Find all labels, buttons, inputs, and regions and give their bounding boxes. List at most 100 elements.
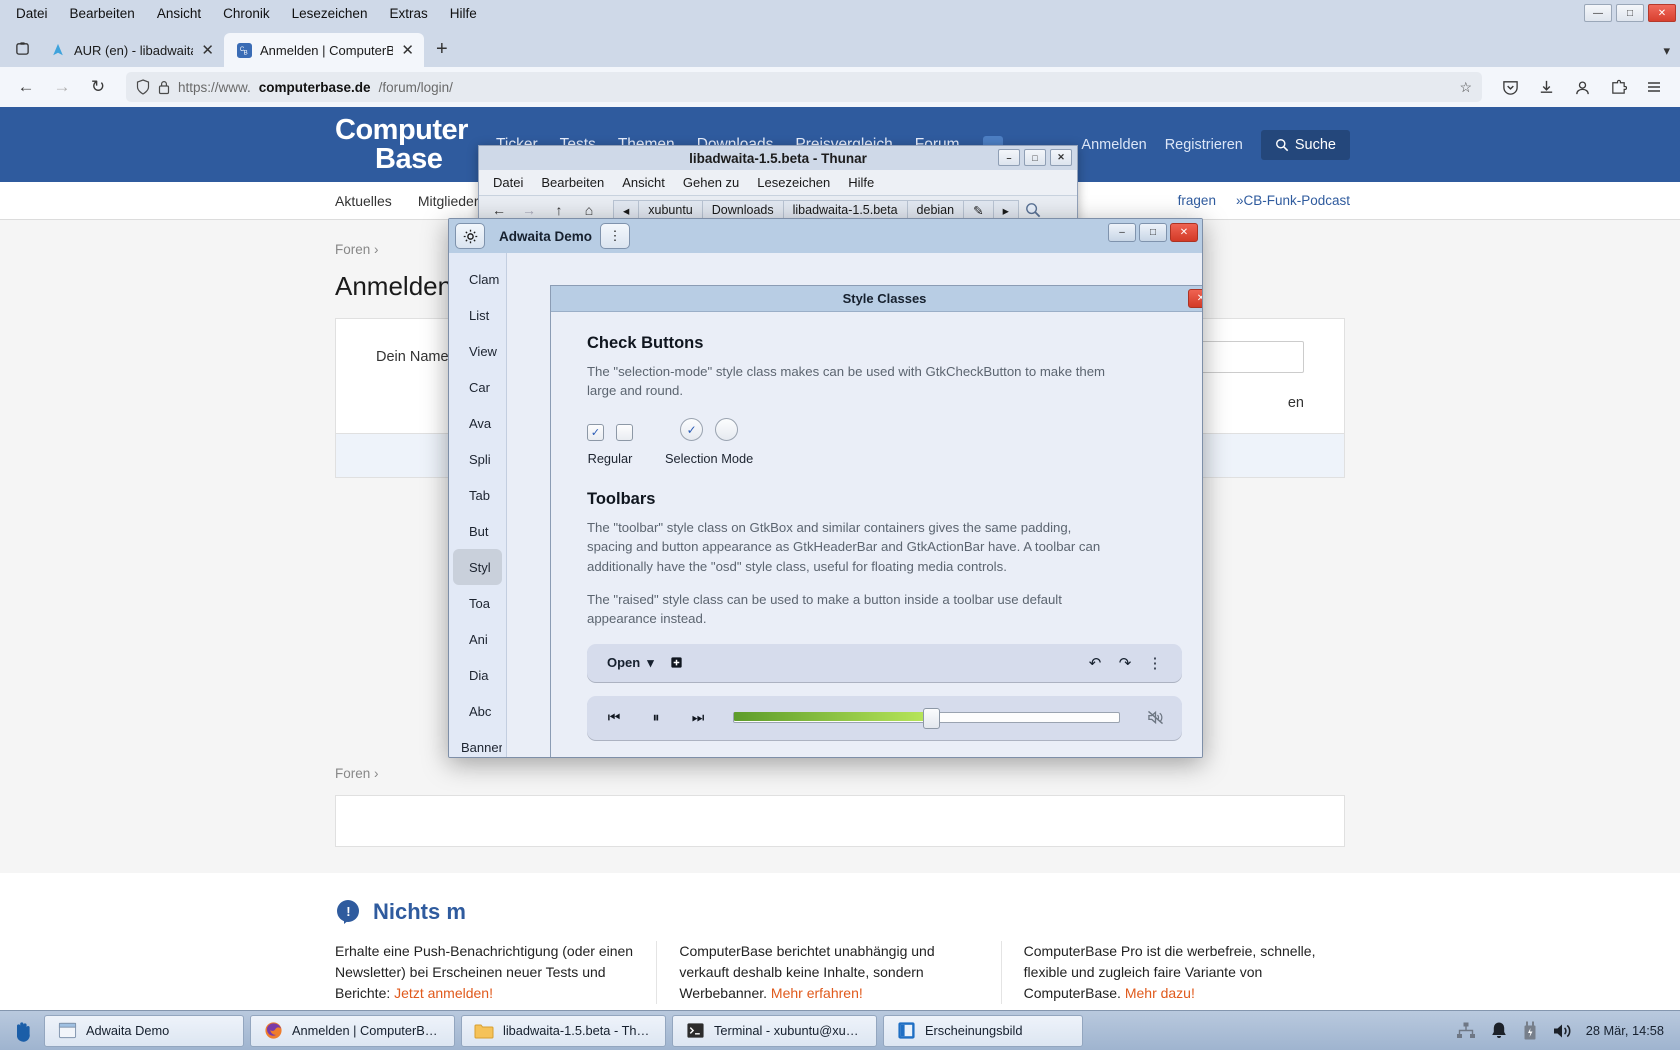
bell-icon[interactable] bbox=[1490, 1021, 1508, 1040]
thunar-menu-bearbeiten[interactable]: Bearbeiten bbox=[541, 175, 604, 190]
thunar-up-icon[interactable]: ↑ bbox=[547, 202, 571, 218]
menu-lesezeichen[interactable]: Lesezeichen bbox=[282, 3, 378, 24]
clock[interactable]: 28 Mär, 14:58 bbox=[1586, 1023, 1664, 1038]
forward-button[interactable]: → bbox=[46, 72, 78, 102]
thunar-menu-gehenzu[interactable]: Gehen zu bbox=[683, 175, 739, 190]
sidebar-item-about[interactable]: Abc bbox=[453, 693, 502, 729]
round-checkbox-checked[interactable]: ✓ bbox=[680, 418, 704, 442]
menu-chronik[interactable]: Chronik bbox=[213, 3, 280, 24]
maximize-button[interactable]: □ bbox=[1616, 4, 1644, 22]
sidebar-item-animations[interactable]: Ani bbox=[453, 621, 502, 657]
sidebar-item-dialogs[interactable]: Dia bbox=[453, 657, 502, 693]
sidebar-item-buttons[interactable]: But bbox=[453, 513, 502, 549]
muted-speaker-icon[interactable] bbox=[1142, 710, 1168, 725]
menu-hilfe[interactable]: Hilfe bbox=[440, 3, 487, 24]
thunar-close-button[interactable]: ✕ bbox=[1050, 149, 1072, 166]
breadcrumb-bottom[interactable]: Foren › bbox=[335, 766, 1345, 781]
chevron-down-icon[interactable]: ▾ bbox=[1663, 43, 1670, 59]
thunar-home-icon[interactable]: ⌂ bbox=[577, 202, 601, 218]
sidebar-item-banners[interactable]: Banner bbox=[453, 729, 502, 757]
menu-bearbeiten[interactable]: Bearbeiten bbox=[60, 3, 145, 24]
battery-icon[interactable] bbox=[1522, 1021, 1538, 1041]
toolbar-menu-icon[interactable]: ⋮ bbox=[1140, 654, 1170, 672]
sidebar-item-clamp[interactable]: Clam bbox=[453, 261, 502, 297]
network-icon[interactable] bbox=[1456, 1022, 1476, 1040]
adwaita-close-button[interactable]: ✕ bbox=[1170, 223, 1198, 242]
sidebar-item-style-classes[interactable]: Styl bbox=[453, 549, 502, 585]
back-button[interactable]: ← bbox=[10, 72, 42, 102]
task-adwaita-demo[interactable]: Adwaita Demo bbox=[44, 1014, 244, 1047]
breadcrumb-bottom-label[interactable]: Foren bbox=[335, 766, 370, 781]
breadcrumb-foren[interactable]: Foren bbox=[335, 242, 370, 257]
thunar-menu-datei[interactable]: Datei bbox=[493, 175, 523, 190]
tab-computerbase[interactable]: CB Anmelden | ComputerBase Fo ✕ bbox=[224, 33, 424, 67]
thunar-window[interactable]: libadwaita-1.5.beta - Thunar – □ ✕ Datei… bbox=[478, 145, 1078, 225]
search-button[interactable]: Suche bbox=[1260, 129, 1350, 160]
adwaita-demo-window[interactable]: Adwaita Demo ⋮ – □ ✕ Clam List View Car … bbox=[448, 218, 1203, 758]
pocket-icon[interactable] bbox=[1494, 72, 1526, 102]
account-icon[interactable] bbox=[1566, 72, 1598, 102]
sidebar-item-toasts[interactable]: Toa bbox=[453, 585, 502, 621]
menu-ansicht[interactable]: Ansicht bbox=[147, 3, 211, 24]
reload-button[interactable]: ↻ bbox=[82, 72, 114, 102]
minimize-button[interactable]: — bbox=[1584, 4, 1612, 22]
checkbox-regular-unchecked[interactable]: ✓ bbox=[616, 424, 633, 442]
lock-icon[interactable] bbox=[158, 80, 170, 95]
sidebar-item-tab-view[interactable]: Tab bbox=[453, 477, 502, 513]
link-registrieren[interactable]: Registrieren bbox=[1165, 137, 1243, 153]
round-checkbox-unchecked[interactable]: ✓ bbox=[715, 418, 739, 442]
menu-datei[interactable]: Datei bbox=[6, 3, 58, 24]
adwaita-minimize-button[interactable]: – bbox=[1108, 223, 1136, 242]
sidebar-item-avatar[interactable]: Ava bbox=[453, 405, 502, 441]
open-button[interactable]: Open ▾ bbox=[599, 651, 662, 675]
thunar-menu-ansicht[interactable]: Ansicht bbox=[622, 175, 665, 190]
shield-icon[interactable] bbox=[136, 79, 150, 95]
pin-icon[interactable] bbox=[662, 655, 692, 670]
subnav-mitglieder[interactable]: Mitglieder bbox=[418, 193, 479, 209]
crumb-debian[interactable]: debian bbox=[906, 200, 964, 220]
previous-track-icon[interactable]: ⏮ bbox=[601, 709, 627, 726]
thunar-menu-hilfe[interactable]: Hilfe bbox=[848, 175, 874, 190]
tab-aur[interactable]: AUR (en) - libadwaita-without- ✕ bbox=[38, 33, 224, 67]
checkbox-regular-checked[interactable]: ✓ bbox=[587, 424, 604, 442]
close-button[interactable]: ✕ bbox=[1648, 4, 1676, 22]
menu-icon[interactable] bbox=[1638, 72, 1670, 102]
thunar-search-icon[interactable] bbox=[1025, 202, 1049, 218]
slider-handle[interactable] bbox=[922, 707, 940, 729]
redo-icon[interactable]: ↷ bbox=[1110, 654, 1140, 672]
subnav-podcast[interactable]: »CB-Funk-Podcast bbox=[1236, 193, 1350, 208]
crumb-downloads[interactable]: Downloads bbox=[701, 200, 783, 220]
undo-icon[interactable]: ↶ bbox=[1080, 654, 1110, 672]
crumb-xubuntu[interactable]: xubuntu bbox=[638, 200, 702, 220]
thunar-minimize-button[interactable]: – bbox=[998, 149, 1020, 166]
menu-extras[interactable]: Extras bbox=[379, 3, 437, 24]
sidebar-item-lists[interactable]: List bbox=[453, 297, 502, 333]
thunar-maximize-button[interactable]: □ bbox=[1024, 149, 1046, 166]
thunar-menu-lesezeichen[interactable]: Lesezeichen bbox=[757, 175, 830, 190]
pause-icon[interactable]: ⏸ bbox=[643, 709, 669, 726]
media-progress-slider[interactable] bbox=[733, 707, 1120, 729]
tab-close-icon[interactable]: ✕ bbox=[201, 43, 214, 58]
task-erscheinungsbild[interactable]: Erscheinungsbild bbox=[883, 1014, 1083, 1047]
subnav-fragen[interactable]: fragen bbox=[1178, 193, 1216, 208]
list-all-tabs-icon[interactable] bbox=[6, 32, 38, 64]
notice-link[interactable]: Mehr erfahren! bbox=[771, 985, 863, 1001]
thunar-back-icon[interactable]: ← bbox=[487, 202, 511, 218]
style-classes-dialog[interactable]: Style Classes ✕ Check Buttons The "selec… bbox=[550, 285, 1202, 757]
new-tab-button[interactable]: + bbox=[424, 38, 460, 67]
sun-icon[interactable] bbox=[455, 223, 485, 249]
adwaita-maximize-button[interactable]: □ bbox=[1139, 223, 1167, 242]
next-track-icon[interactable]: ⏭ bbox=[685, 709, 711, 726]
notice-link[interactable]: Mehr dazu! bbox=[1125, 985, 1195, 1001]
site-logo[interactable]: Computer Base bbox=[335, 115, 480, 174]
crumb-libadwaita[interactable]: libadwaita-1.5.beta bbox=[782, 200, 907, 220]
task-terminal[interactable]: Terminal - xubuntu@xubu... bbox=[672, 1014, 877, 1047]
sidebar-item-view-switcher[interactable]: View bbox=[453, 333, 502, 369]
sidebar-item-carousel[interactable]: Car bbox=[453, 369, 502, 405]
notice-link[interactable]: Jetzt anmelden! bbox=[394, 985, 493, 1001]
adwaita-menu-button[interactable]: ⋮ bbox=[600, 223, 631, 249]
subnav-aktuelles[interactable]: Aktuelles bbox=[335, 193, 392, 209]
task-firefox[interactable]: Anmelden | ComputerBa... bbox=[250, 1014, 455, 1047]
sidebar-item-split-views[interactable]: Spli bbox=[453, 441, 502, 477]
download-icon[interactable] bbox=[1530, 72, 1562, 102]
